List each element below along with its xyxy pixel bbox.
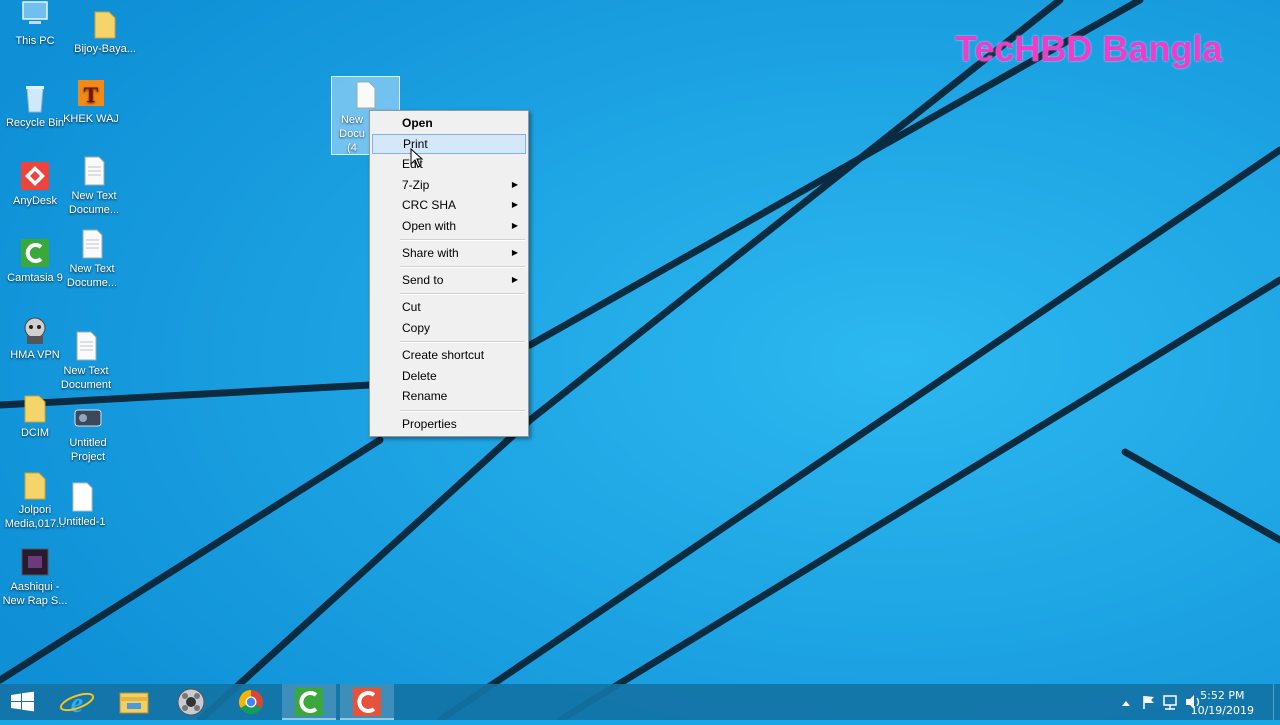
clock-time: 5:52 PM (1200, 689, 1245, 702)
desktop-icon-label: New Text Document (60, 365, 112, 391)
desktop-icon-aashiqui[interactable]: Aashiqui - New Rap S... (0, 546, 71, 608)
menu-item-7zip[interactable]: 7-Zip ▶ (372, 175, 526, 195)
desktop-icon-new-text-1[interactable]: New Text Docume... (58, 155, 130, 217)
desktop-icon-label: Bijoy-Baya... (74, 43, 136, 55)
desktop-icon-label: KHEK WAJ (63, 113, 119, 125)
submenu-arrow-icon: ▶ (511, 221, 518, 230)
desktop-icon-new-text-2[interactable]: New Text Docume... (56, 228, 128, 290)
taskbar: e 5:52 PM 10/19/2019 (0, 684, 1280, 720)
menu-item-delete[interactable]: Delete (372, 366, 526, 386)
show-hidden-icons-icon[interactable] (1122, 701, 1130, 706)
folder-icon (19, 392, 51, 424)
taskbar-camtasia[interactable] (282, 684, 336, 720)
submenu-arrow-icon: ▶ (511, 180, 518, 189)
desktop-icon-khek-waj[interactable]: T KHEK WAJ (55, 78, 127, 126)
project-file-icon (72, 402, 104, 434)
desktop-icon-untitled-1[interactable]: Untitled-1 (46, 481, 118, 529)
menu-separator (400, 239, 525, 241)
computer-icon (19, 0, 51, 32)
menu-item-share-with[interactable]: Share with ▶ (372, 243, 526, 263)
desktop-icon-label: This PC (15, 35, 55, 47)
text-file-icon (78, 155, 110, 187)
action-center-flag-icon[interactable] (1143, 696, 1154, 709)
blank-file-icon (66, 481, 98, 513)
menu-item-properties[interactable]: Properties (372, 414, 526, 434)
menu-item-cut[interactable]: Cut (372, 297, 526, 317)
menu-item-rename[interactable]: Rename (372, 386, 526, 406)
svg-text:e: e (71, 688, 83, 719)
mouse-cursor-icon (410, 148, 424, 168)
anydesk-icon (19, 160, 51, 192)
menu-item-open[interactable]: Open (372, 113, 526, 133)
menu-separator (400, 293, 525, 295)
menu-item-copy[interactable]: Copy (372, 318, 526, 338)
menu-separator (400, 266, 525, 268)
video-file-icon (19, 546, 51, 578)
text-file-icon (76, 228, 108, 260)
taskbar-camtasia-recorder[interactable] (340, 684, 394, 720)
recycle-bin-icon (19, 82, 51, 114)
svg-text:T: T (84, 82, 99, 107)
desktop-wallpaper (0, 0, 1280, 720)
chrome-icon (238, 690, 263, 715)
watermark-text: TecHBD Bangla (955, 28, 1223, 69)
start-button[interactable] (0, 684, 46, 720)
submenu-arrow-icon: ▶ (511, 200, 518, 209)
taskbar-internet-explorer[interactable]: e (50, 684, 104, 720)
network-icon[interactable] (1163, 695, 1177, 710)
taskbar-clock[interactable]: 5:52 PM 10/19/2019 (1191, 688, 1254, 718)
internet-explorer-icon: e (59, 688, 95, 719)
desktop-icon-bijoy[interactable]: Bijoy-Baya... (69, 8, 141, 56)
media-player-icon (177, 688, 205, 716)
camtasia-icon (19, 237, 51, 269)
menu-item-edit[interactable]: Edit (372, 154, 526, 174)
menu-separator (400, 341, 525, 343)
vpn-icon (19, 314, 51, 346)
font-app-icon: T (75, 78, 107, 110)
selected-icon-label: New Docu (4 (339, 114, 365, 154)
file-explorer-icon (119, 692, 149, 714)
show-desktop-button[interactable] (1273, 684, 1280, 720)
submenu-arrow-icon: ▶ (511, 275, 518, 284)
desktop-icon-untitled-project[interactable]: Untitled Project (52, 402, 124, 464)
menu-item-print[interactable]: Print (372, 134, 526, 154)
menu-item-open-with[interactable]: Open with ▶ (372, 216, 526, 236)
desktop-icon-label: New Text Docume... (68, 190, 120, 216)
menu-separator (400, 410, 525, 412)
text-file-icon (70, 330, 102, 362)
desktop-icon-label: Untitled-1 (58, 516, 106, 528)
menu-item-crc-sha[interactable]: CRC SHA ▶ (372, 195, 526, 215)
menu-item-create-shortcut[interactable]: Create shortcut (372, 345, 526, 365)
desktop-icon-label: Untitled Project (69, 437, 107, 463)
clock-date: 10/19/2019 (1190, 704, 1254, 717)
taskbar-media-player[interactable] (164, 684, 218, 720)
desktop-icon-label: New Text Docume... (66, 263, 118, 289)
desktop-icon-label: Aashiqui - New Rap S... (2, 581, 68, 607)
menu-item-send-to[interactable]: Send to ▶ (372, 270, 526, 290)
camtasia-recorder-icon (353, 688, 381, 716)
folder-icon (89, 8, 121, 40)
desktop-icon-new-text-3[interactable]: New Text Document (50, 330, 122, 392)
taskbar-chrome[interactable] (224, 684, 278, 720)
start-icon (11, 691, 34, 712)
submenu-arrow-icon: ▶ (511, 248, 518, 257)
taskbar-file-explorer[interactable] (107, 684, 161, 720)
desktop-icon-this-pc[interactable]: This PC (0, 0, 71, 48)
camtasia-icon (295, 688, 323, 716)
text-file-icon (354, 81, 378, 109)
context-menu: Open Print Edit 7-Zip ▶ CRC SHA ▶ Open wit… (369, 110, 529, 437)
